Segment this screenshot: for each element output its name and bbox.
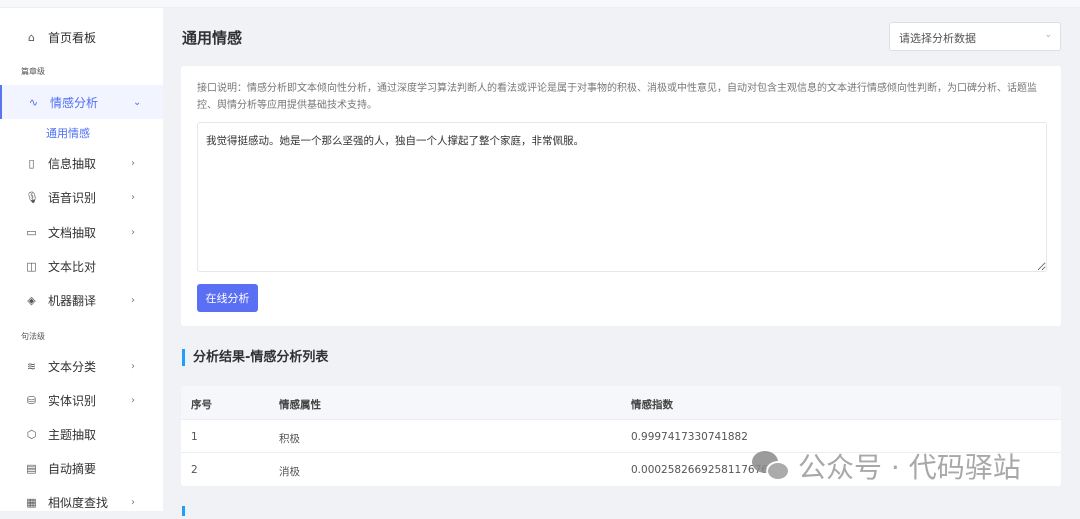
chevron-right-icon: › — [131, 157, 135, 169]
file-text-icon: ▤ — [26, 461, 37, 475]
select-placeholder: 请选择分析数据 — [899, 32, 976, 45]
sidebar-item-info-extraction[interactable]: ▯ 信息抽取 › — [0, 146, 163, 180]
chevron-right-icon: › — [131, 226, 135, 238]
sidebar-item-text-classification[interactable]: ≋ 文本分类 › — [0, 349, 163, 383]
sidebar-item-translation[interactable]: ◈ 机器翻译 › — [0, 283, 163, 317]
sidebar-item-ner[interactable]: ⛁ 实体识别 › — [0, 383, 163, 417]
chevron-down-icon: ⌄ — [133, 96, 142, 108]
codepen-icon: ◈ — [27, 293, 36, 307]
cell-index: 1 — [191, 431, 198, 443]
api-description: 接口说明：情感分析即文本倾向性分析，通过深度学习算法判断人的看法或评论是属于对事… — [197, 83, 1037, 111]
group-label-sentence: 句法级 — [21, 332, 45, 341]
watermark-text: 公众号 · 代码驿站 — [798, 451, 1021, 484]
home-icon: ⌂ — [28, 30, 35, 44]
sidebar-item-similarity[interactable]: ▦ 相似度查找 › — [0, 485, 163, 519]
chevron-right-icon: › — [131, 294, 135, 306]
sidebar-subitem-general-sentiment[interactable]: 通用情感 — [46, 125, 90, 141]
page-title: 通用情感 — [182, 29, 243, 47]
bookmark-icon: ▯ — [28, 156, 35, 170]
column-header: 情感指数 — [631, 399, 673, 411]
next-section-marker — [182, 506, 185, 516]
chevron-right-icon: › — [131, 191, 135, 203]
watermark: 公众号 · 代码驿站 — [752, 446, 1021, 486]
group-label-document: 篇章级 — [21, 67, 45, 76]
analyze-button[interactable]: 在线分析 — [197, 284, 258, 312]
sidebar-item-doc-extraction[interactable]: ▭ 文档抽取 › — [0, 215, 163, 249]
columns-icon: ◫ — [26, 259, 37, 273]
sidebar-item-dashboard[interactable]: ⌂ 首页看板 — [0, 20, 163, 54]
microphone-icon: 🎙 — [25, 190, 39, 204]
sidebar-item-speech[interactable]: 🎙 语音识别 › — [0, 180, 163, 214]
grid-icon: ▦ — [26, 495, 37, 509]
chevron-down-icon: ⌄ — [1044, 30, 1052, 40]
sidebar-item-summary[interactable]: ▤ 自动摘要 — [0, 451, 163, 485]
wechat-icon — [752, 449, 792, 483]
cell-score: 0.9997417330741882 — [631, 431, 748, 443]
sidebar-item-sentiment[interactable]: ∿ 情感分析 ⌄ — [0, 85, 163, 119]
text-input[interactable]: 我觉得挺感动。她是一个那么坚强的人，独自一个人撑起了整个家庭，非常佩服。 — [197, 122, 1047, 272]
analysis-card: 接口说明：情感分析即文本倾向性分析，通过深度学习算法判断人的看法或评论是属于对事… — [181, 66, 1061, 326]
data-select[interactable]: 请选择分析数据 ⌄ — [889, 22, 1061, 51]
chevron-right-icon: › — [131, 496, 135, 508]
chevron-right-icon: › — [131, 394, 135, 406]
chevron-right-icon: › — [131, 360, 135, 372]
cell-index: 2 — [191, 464, 198, 476]
sidebar: ⌂ 首页看板 篇章级 ∿ 情感分析 ⌄ 通用情感 ▯ 信息抽取 › 🎙 语音识别 › ▭ 文档抽… — [0, 8, 163, 511]
top-bar — [0, 0, 1080, 8]
cell-sentiment: 消极 — [279, 466, 300, 478]
column-header: 序号 — [191, 399, 212, 411]
document-icon: ▭ — [26, 225, 37, 239]
layers-icon: ≋ — [26, 359, 37, 373]
sidebar-item-topic[interactable]: ⬡ 主题抽取 — [0, 417, 163, 451]
cell-score: 0.0002582669258117676 — [631, 464, 768, 476]
column-header: 情感属性 — [279, 399, 321, 411]
table-header: 序号 情感属性 情感指数 — [181, 386, 1061, 420]
database-icon: ⛁ — [26, 393, 37, 407]
results-heading: 分析结果-情感分析列表 — [182, 349, 328, 366]
activity-icon: ∿ — [28, 95, 39, 109]
box-icon: ⬡ — [26, 427, 37, 441]
cell-sentiment: 积极 — [279, 433, 300, 445]
sidebar-item-text-compare[interactable]: ◫ 文本比对 — [0, 249, 163, 283]
